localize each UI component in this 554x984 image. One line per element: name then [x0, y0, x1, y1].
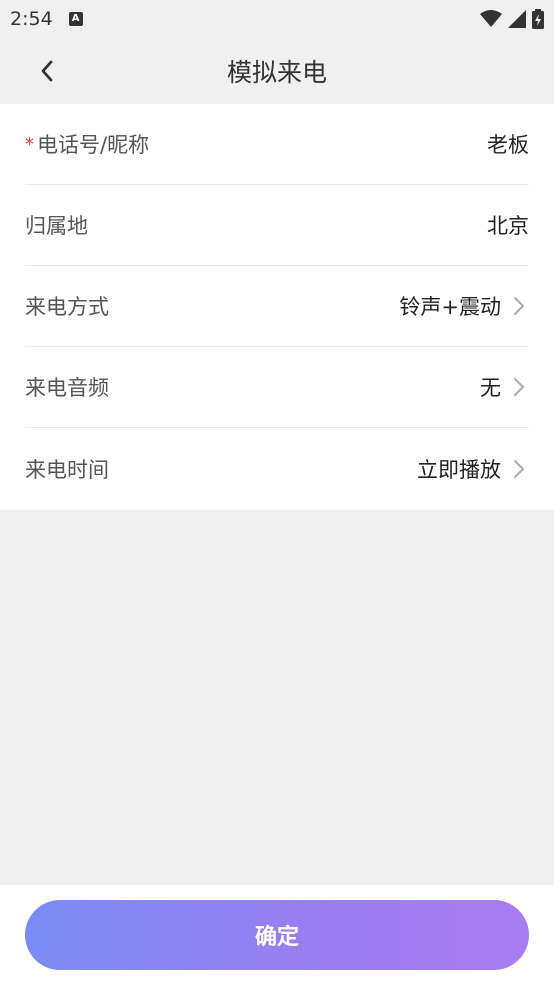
- chevron-right-icon: [509, 377, 529, 397]
- bottom-bar: 确定: [0, 885, 554, 984]
- row-value: 北京: [487, 210, 529, 240]
- form-row-phone-nickname[interactable]: * 电话号/昵称 老板: [25, 104, 529, 185]
- status-icons: [480, 9, 544, 29]
- row-label: 来电方式: [25, 291, 109, 321]
- chevron-right-icon: [509, 296, 529, 316]
- location-label: 归属地: [25, 214, 88, 238]
- call-mode-value: 铃声+震动: [399, 295, 501, 319]
- row-value: 铃声+震动: [399, 291, 529, 321]
- notification-icon: A: [68, 12, 83, 26]
- form-row-call-audio[interactable]: 来电音频 无: [25, 347, 529, 428]
- row-value: 立即播放: [417, 454, 529, 484]
- back-button[interactable]: [28, 52, 66, 90]
- confirm-button[interactable]: 确定: [25, 900, 529, 970]
- status-time: 2:54: [10, 8, 53, 30]
- wifi-icon: [480, 10, 502, 27]
- call-time-value: 立即播放: [417, 457, 501, 482]
- row-label: 归属地: [25, 210, 88, 240]
- row-label: 来电时间: [25, 454, 109, 484]
- form-card: * 电话号/昵称 老板 归属地 北京 来电方式 铃声+震动 来电音频 无 来电时…: [0, 104, 554, 510]
- call-audio-value: 无: [480, 376, 501, 400]
- form-row-call-time[interactable]: 来电时间 立即播放: [25, 428, 529, 509]
- row-value: 无: [480, 372, 529, 402]
- row-value: 老板: [487, 129, 529, 159]
- required-mark: *: [25, 133, 34, 155]
- battery-icon: [532, 9, 544, 29]
- status-bar: 2:54 A: [0, 0, 554, 38]
- form-row-location[interactable]: 归属地 北京: [25, 185, 529, 266]
- phone-nickname-value: 老板: [487, 133, 529, 157]
- row-label: 来电音频: [25, 372, 109, 402]
- row-label: * 电话号/昵称: [25, 129, 149, 159]
- nav-bar: 模拟来电: [0, 38, 554, 104]
- phone-nickname-label: 电话号/昵称: [37, 133, 150, 157]
- call-time-label: 来电时间: [25, 457, 109, 482]
- signal-icon: [508, 10, 526, 28]
- form-row-call-mode[interactable]: 来电方式 铃声+震动: [25, 266, 529, 347]
- call-mode-label: 来电方式: [25, 295, 109, 319]
- phone-screen: 2:54 A 模拟来电 * 电话号/昵称 老板 归属地 北京 来电方式 铃声+震…: [0, 0, 554, 984]
- call-audio-label: 来电音频: [25, 376, 109, 400]
- chevron-left-icon: [41, 60, 53, 82]
- page-title: 模拟来电: [226, 58, 327, 87]
- location-value: 北京: [487, 214, 529, 238]
- chevron-right-icon: [509, 459, 529, 479]
